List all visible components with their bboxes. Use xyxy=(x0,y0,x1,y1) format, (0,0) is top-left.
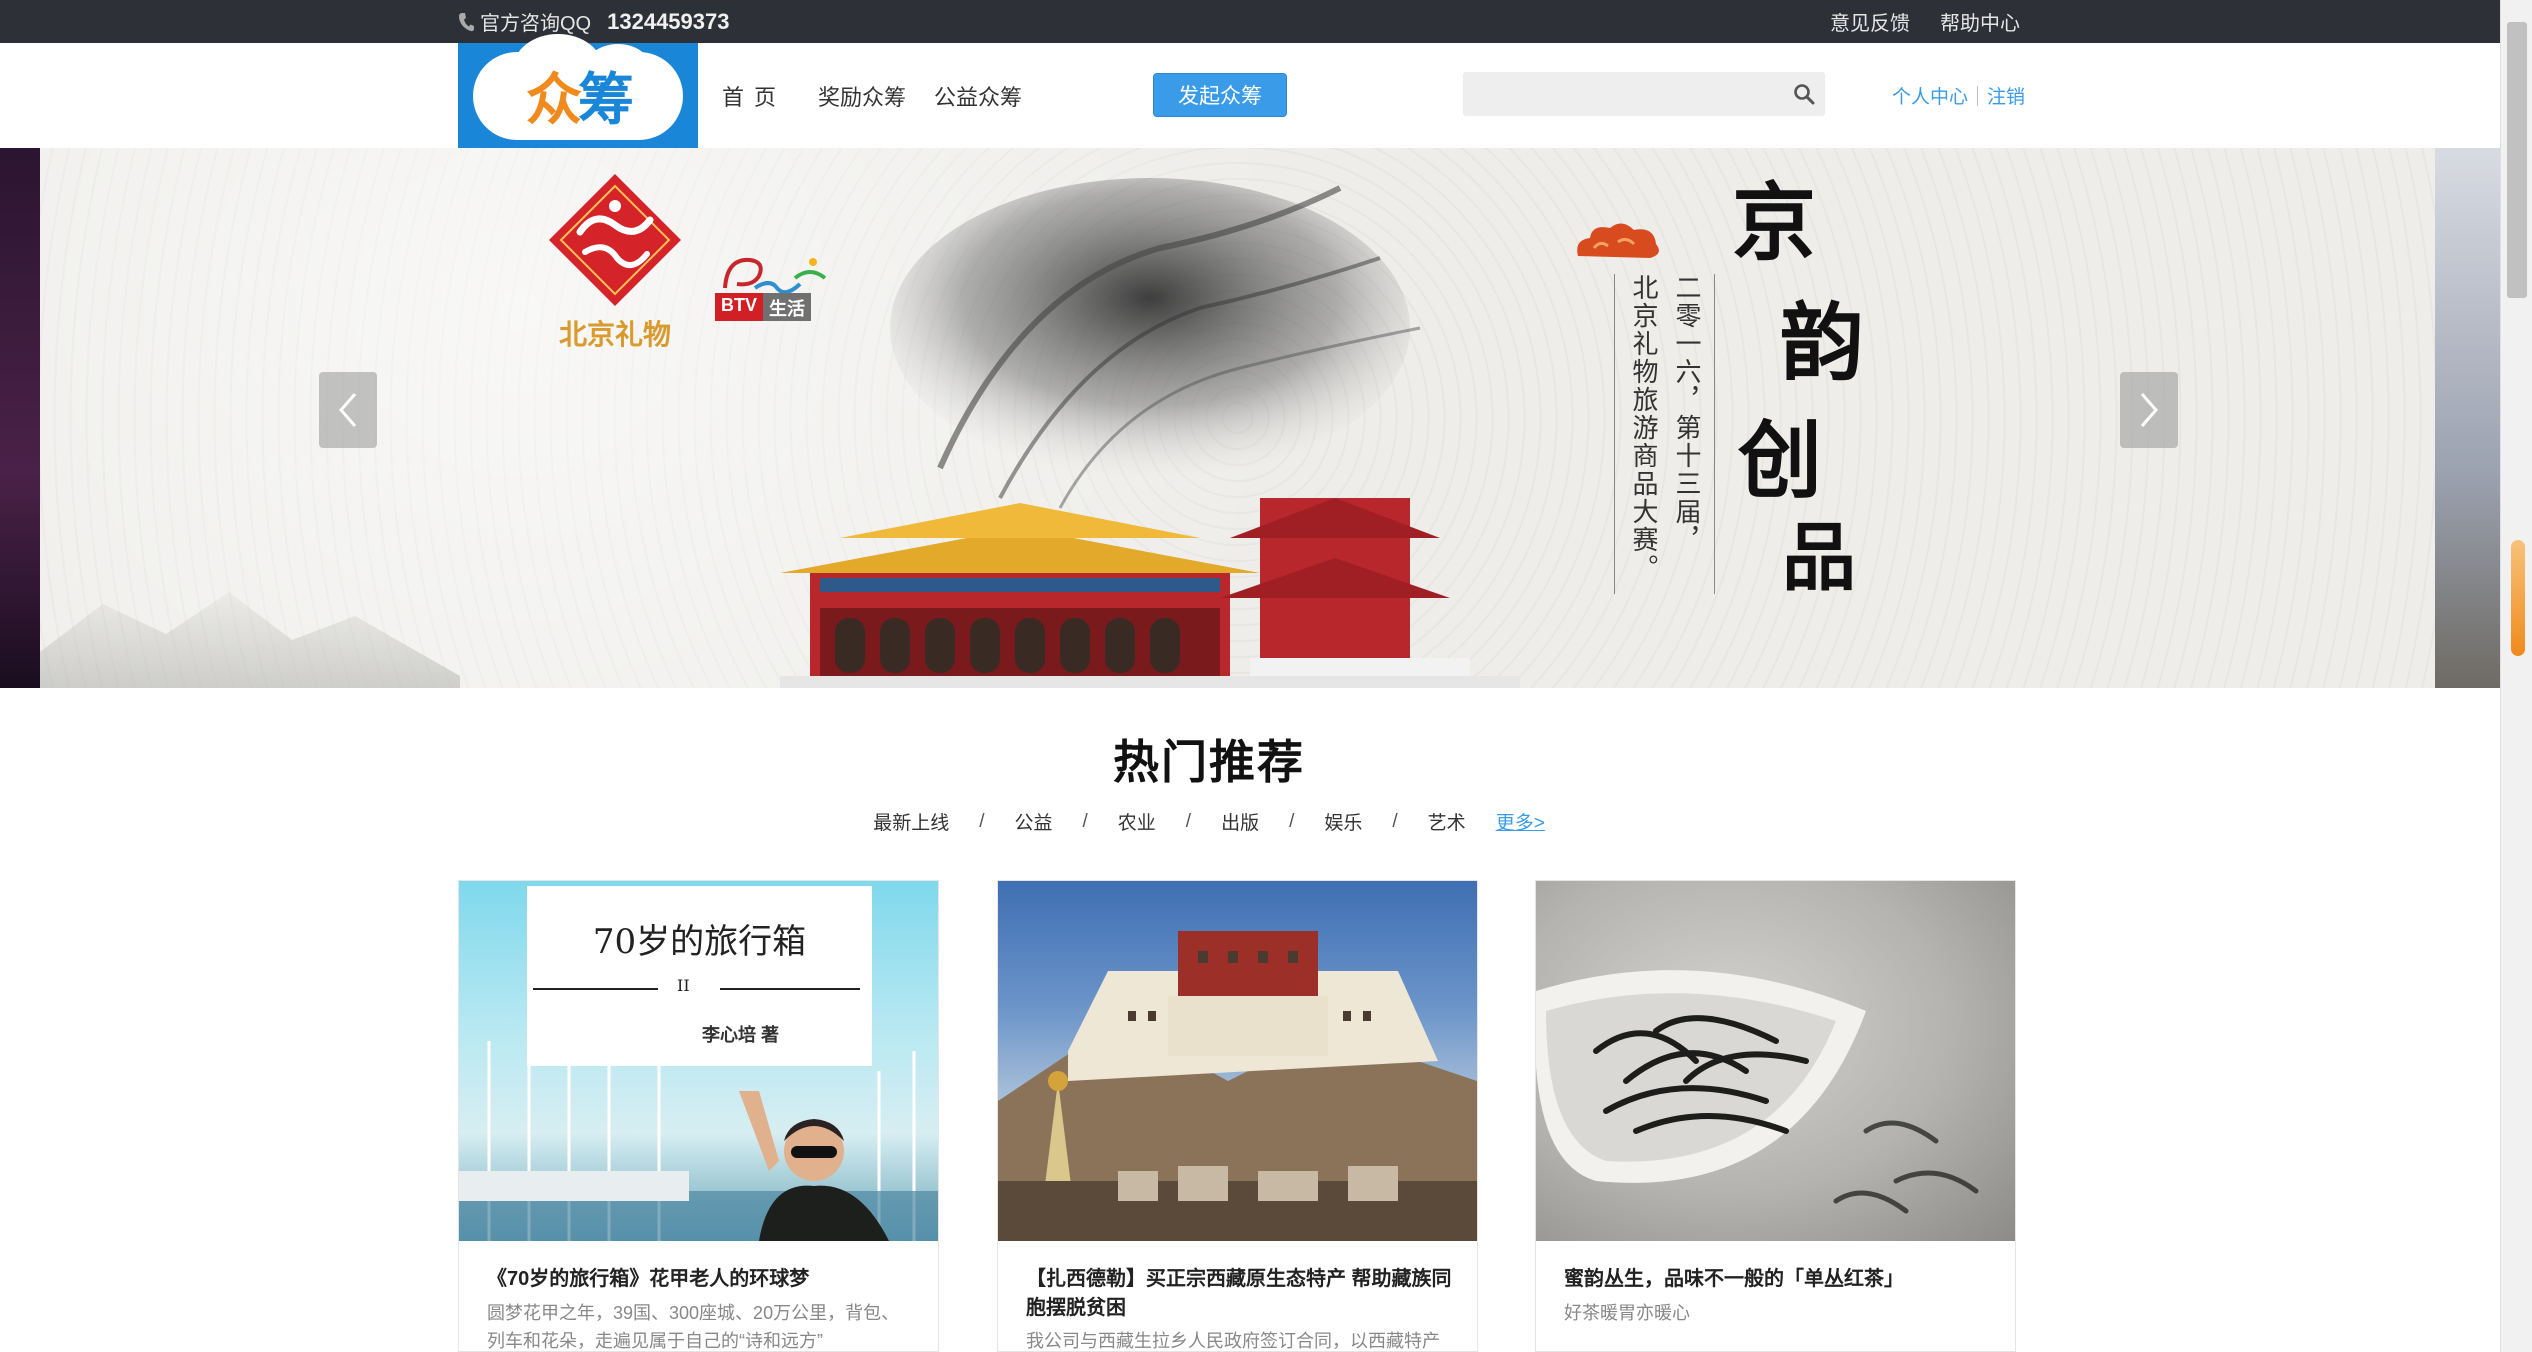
project-cards: 70岁的旅行箱 II 李心培 著 《70岁的旅行箱》花甲老人的环球梦 圆梦花甲之… xyxy=(458,880,2018,1352)
nav-charity-crowdfunding[interactable]: 公益众筹 xyxy=(934,80,1022,112)
book-rule-left xyxy=(533,988,658,990)
scrollbar-thumb[interactable] xyxy=(2507,22,2527,298)
book-mark: II xyxy=(677,976,690,995)
poem-line-1: 二零一六，第十三届， xyxy=(1671,274,1701,554)
logo-char-2: 筹 xyxy=(578,68,634,131)
nav-reward-crowdfunding[interactable]: 奖励众筹 xyxy=(818,80,906,112)
logo-char-1: 众 xyxy=(526,68,582,131)
tab-art[interactable]: 艺术 xyxy=(1428,808,1466,835)
banner-title-char-1: 京 xyxy=(1732,173,1817,272)
banner-prev-button[interactable] xyxy=(319,372,377,448)
search-input[interactable] xyxy=(1463,72,1773,116)
book-cover: 70岁的旅行箱 II 李心培 著 xyxy=(527,886,872,1066)
banner-title-char-2: 韵 xyxy=(1780,293,1865,392)
search-box xyxy=(1463,72,1825,116)
tab-entertainment[interactable]: 娱乐 xyxy=(1324,808,1362,835)
project-card[interactable]: 【扎西德勒】买正宗西藏原生态特产 帮助藏族同胞摆脱贫困 我公司与西藏生拉乡人民政… xyxy=(997,880,1478,1352)
user-links: 个人中心 注销 xyxy=(1892,43,2025,148)
palace-illustration xyxy=(780,498,1520,688)
consult-label: 官方咨询QQ xyxy=(480,13,592,35)
nav-home[interactable]: 首页 xyxy=(722,80,786,112)
project-title[interactable]: 【扎西德勒】买正宗西藏原生态特产 帮助藏族同胞摆脱贫困 xyxy=(1026,1265,1456,1323)
main-nav: 首页 奖励众筹 公益众筹 xyxy=(722,43,1022,148)
launch-crowdfunding-button[interactable]: 发起众筹 xyxy=(1153,73,1287,117)
project-description: 我公司与西藏生拉乡人民政府签订合同，以西藏特产 xyxy=(1026,1331,1440,1351)
banner-next-button[interactable] xyxy=(2120,372,2178,448)
header: 众筹 首页 奖励众筹 公益众筹 发起众筹 个人中心 注销 xyxy=(0,33,2500,148)
potala-palace-photo xyxy=(998,931,1477,1241)
top-bar-inner: 官方咨询QQ 1324459373 意见反馈 帮助中心 xyxy=(458,0,2020,43)
book-author: 李心培 著 xyxy=(702,1025,780,1045)
chevron-right-icon xyxy=(2140,393,2158,427)
search-icon[interactable] xyxy=(1793,83,1815,105)
floating-side-tab[interactable] xyxy=(2511,540,2525,656)
logout-link[interactable]: 注销 xyxy=(1987,82,2025,109)
project-image[interactable] xyxy=(998,881,1477,1241)
project-title[interactable]: 蜜韵丛生，品味不一般的「单丛红茶」 xyxy=(1564,1265,1994,1294)
life-label: 生活 xyxy=(763,293,811,321)
chevron-left-icon xyxy=(339,393,357,427)
project-image[interactable] xyxy=(1536,881,2015,1241)
project-title[interactable]: 《70岁的旅行箱》花甲老人的环球梦 xyxy=(487,1265,917,1294)
auspicious-cloud-icon xyxy=(1577,223,1659,258)
logo-cloud: 众筹 xyxy=(473,33,683,140)
prev-slide-peek xyxy=(0,148,40,688)
beijing-gift-logo-icon xyxy=(549,174,681,306)
banner-title-char-3: 创 xyxy=(1738,411,1823,510)
site-logo[interactable]: 众筹 xyxy=(458,33,698,148)
project-card[interactable]: 蜜韵丛生，品味不一般的「单丛红茶」 好茶暖胃亦暖心 xyxy=(1535,880,2016,1352)
top-right-links: 意见反馈 帮助中心 xyxy=(1830,7,2020,36)
phone-icon xyxy=(459,12,474,31)
tab-charity[interactable]: 公益 xyxy=(1014,808,1052,835)
feedback-link[interactable]: 意见反馈 xyxy=(1830,7,1910,36)
tab-separator: / xyxy=(1082,810,1088,832)
banner-title-char-4: 品 xyxy=(1782,515,1856,601)
tab-publishing[interactable]: 出版 xyxy=(1221,808,1259,835)
tea-leaves-photo xyxy=(1536,970,1979,1214)
tab-separator: / xyxy=(1392,810,1398,832)
more-link[interactable]: 更多> xyxy=(1496,808,1545,835)
user-center-link[interactable]: 个人中心 xyxy=(1892,82,1968,109)
project-description: 圆梦花甲之年，39国、300座城、20万公里，背包、列车和花朵，走遍见属于自己的… xyxy=(487,1303,900,1351)
tab-separator: / xyxy=(1185,810,1192,832)
poem-line-2: 北京礼物旅游商品大赛。 xyxy=(1628,274,1658,582)
logo-text: 众筹 xyxy=(526,55,634,136)
category-tabs: 最新上线 / 公益 / 农业 / 出版 / 娱乐 / 艺术 更多> xyxy=(0,808,2418,835)
tab-agriculture[interactable]: 农业 xyxy=(1118,808,1156,835)
btv-label: BTV xyxy=(715,293,763,321)
consult-info: 官方咨询QQ 1324459373 xyxy=(458,7,729,36)
next-slide-peek xyxy=(2435,148,2500,688)
top-bar: 官方咨询QQ 1324459373 意见反馈 帮助中心 xyxy=(0,0,2500,43)
page-scrollbar[interactable] xyxy=(2500,0,2532,1352)
qq-number: 1324459373 xyxy=(607,8,730,34)
project-description: 好茶暖胃亦暖心 xyxy=(1564,1303,1690,1323)
book-rule-right xyxy=(720,988,860,990)
tab-latest[interactable]: 最新上线 xyxy=(873,808,949,835)
tab-separator: / xyxy=(1289,810,1295,832)
tab-separator: / xyxy=(979,810,985,832)
project-image[interactable]: 70岁的旅行箱 II 李心培 著 xyxy=(459,881,938,1241)
poem-rule-left xyxy=(1614,274,1615,594)
traveler-photo xyxy=(739,1091,889,1241)
beijing-gift-caption: 北京礼物 xyxy=(558,318,671,351)
poem-rule-right xyxy=(1714,274,1715,594)
section-title: 热门推荐 xyxy=(1113,736,1305,788)
book-cover-title: 70岁的旅行箱 xyxy=(592,922,807,962)
help-center-link[interactable]: 帮助中心 xyxy=(1940,7,2020,36)
hero-banner[interactable]: 北京礼物 BTV 生活 北京礼物旅游商品大赛。 二零一六，第十三届， 京 韵 创… xyxy=(0,148,2500,688)
project-card[interactable]: 70岁的旅行箱 II 李心培 著 《70岁的旅行箱》花甲老人的环球梦 圆梦花甲之… xyxy=(458,880,939,1352)
btv-life-badge: BTV 生活 xyxy=(715,293,811,321)
divider xyxy=(1977,85,1979,106)
